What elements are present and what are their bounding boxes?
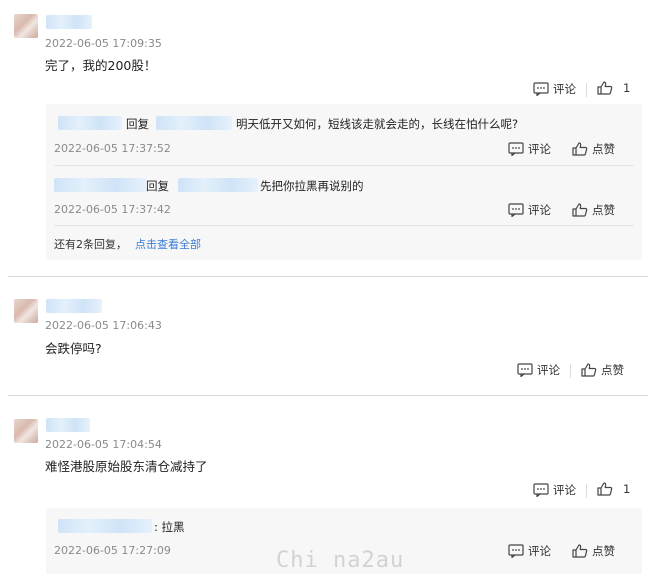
reply-button[interactable]: 评论 xyxy=(533,482,576,498)
divider xyxy=(570,364,571,378)
reply-list: 回复 明天低开又如何，短线该走就会走的，长线在怕什么呢? 2022-06-05 … xyxy=(46,104,642,260)
comment-actions: 评论 点赞 xyxy=(0,362,648,380)
reply-label: 评论 xyxy=(528,203,551,217)
comment-date: 2022-06-05 17:04:54 xyxy=(45,438,162,451)
user-name-blurred[interactable] xyxy=(46,15,92,29)
like-count: 1 xyxy=(623,482,631,496)
comment-icon xyxy=(533,82,549,96)
comment-icon xyxy=(508,544,524,558)
comment-text: 完了，我的200股！ xyxy=(45,58,157,73)
reply-button[interactable]: 评论 xyxy=(508,202,551,218)
reply-label: 评论 xyxy=(553,82,576,96)
reply-actions: 评论 点赞 xyxy=(46,202,642,220)
more-replies: 还有2条回复， 点击查看全部 xyxy=(54,236,201,252)
like-label: 点赞 xyxy=(592,142,615,156)
reply-button[interactable]: 评论 xyxy=(533,81,576,97)
watermark: Chi na2au xyxy=(276,548,405,573)
comment-icon xyxy=(533,483,549,497)
reply-text: 先把你拉黑再说别的 xyxy=(260,179,364,193)
comment-item: 2022-06-05 17:06:43 会跌停吗? 评论 点赞 xyxy=(0,278,648,396)
like-button[interactable]: 1 xyxy=(597,482,630,496)
thumbs-up-icon xyxy=(581,363,597,377)
reply-item: 回复 先把你拉黑再说别的 2022-06-05 17:37:42 评论 点赞 xyxy=(46,166,642,226)
thumbs-up-icon xyxy=(597,482,613,496)
reply-button[interactable]: 评论 xyxy=(517,362,560,378)
like-count: 1 xyxy=(623,81,631,95)
like-button[interactable]: 点赞 xyxy=(572,141,615,157)
like-button[interactable]: 点赞 xyxy=(572,543,615,559)
thumbs-up-icon xyxy=(572,203,588,217)
reply-text: 明天低开又如何，短线该走就会走的，长线在怕什么呢? xyxy=(236,117,519,131)
comment-text: 难怪港股原始股东清仓减持了 xyxy=(45,459,208,474)
reply-button[interactable]: 评论 xyxy=(508,543,551,559)
thumbs-up-icon xyxy=(572,142,588,156)
reply-item: 回复 明天低开又如何，短线该走就会走的，长线在怕什么呢? 2022-06-05 … xyxy=(46,104,642,166)
reply-word: 回复 xyxy=(126,117,149,131)
divider xyxy=(586,484,587,498)
reply-label: 评论 xyxy=(537,363,560,377)
view-all-replies-link[interactable]: 点击查看全部 xyxy=(135,238,201,251)
divider xyxy=(586,83,587,97)
like-button[interactable]: 点赞 xyxy=(581,362,624,378)
user-name-blurred[interactable] xyxy=(46,299,102,313)
avatar[interactable] xyxy=(14,14,38,38)
like-label: 点赞 xyxy=(592,544,615,558)
like-label: 点赞 xyxy=(592,203,615,217)
reply-target-blurred[interactable] xyxy=(178,178,258,192)
thumbs-up-icon xyxy=(597,81,613,95)
reply-actions: 评论 点赞 xyxy=(46,141,642,159)
comment-date: 2022-06-05 17:06:43 xyxy=(45,319,162,332)
comment-icon xyxy=(508,142,524,156)
reply-label: 评论 xyxy=(553,483,576,497)
reply-word: 回复 xyxy=(146,179,169,193)
reply-text: : 拉黑 xyxy=(154,520,185,534)
comment-separator xyxy=(8,276,648,277)
user-name-blurred[interactable] xyxy=(54,178,146,192)
more-replies-text: 还有2条回复， xyxy=(54,238,127,251)
user-name-blurred[interactable] xyxy=(58,116,122,130)
like-button[interactable]: 点赞 xyxy=(572,202,615,218)
divider xyxy=(54,225,634,226)
comment-separator xyxy=(8,395,648,396)
comment-actions: 评论 1 xyxy=(0,482,648,500)
reply-target-blurred[interactable] xyxy=(156,116,232,130)
comment-item: 2022-06-05 17:09:35 完了，我的200股！ 评论 1 回复 明… xyxy=(0,0,648,278)
user-name-blurred[interactable] xyxy=(46,418,90,432)
comment-icon xyxy=(508,203,524,217)
reply-label: 评论 xyxy=(528,142,551,156)
reply-button[interactable]: 评论 xyxy=(508,141,551,157)
comment-date: 2022-06-05 17:09:35 xyxy=(45,37,162,50)
like-button[interactable]: 1 xyxy=(597,81,630,95)
comment-actions: 评论 1 xyxy=(0,81,648,99)
thumbs-up-icon xyxy=(572,544,588,558)
reply-label: 评论 xyxy=(528,544,551,558)
user-name-blurred[interactable] xyxy=(58,519,152,533)
comment-icon xyxy=(517,363,533,377)
avatar[interactable] xyxy=(14,299,38,323)
like-label: 点赞 xyxy=(601,363,624,377)
comment-text: 会跌停吗? xyxy=(45,341,102,356)
avatar[interactable] xyxy=(14,419,38,443)
